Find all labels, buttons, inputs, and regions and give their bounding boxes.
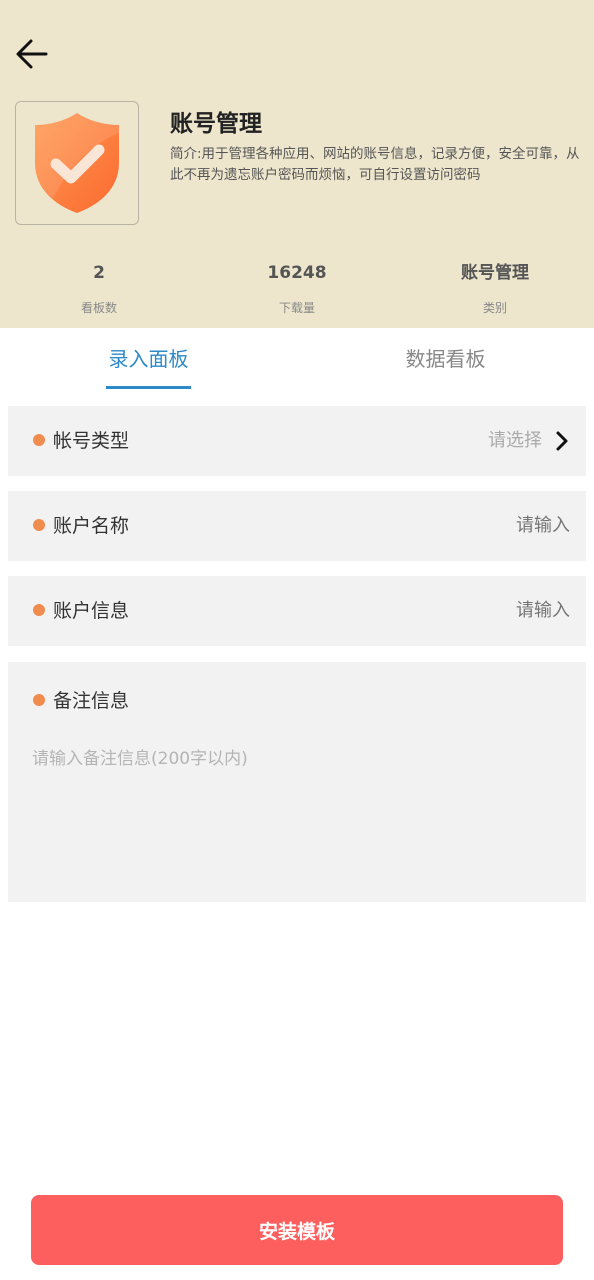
app-title: 账号管理 bbox=[170, 111, 262, 137]
tab-bar: 录入面板 数据看板 bbox=[0, 328, 594, 392]
tab-data-board[interactable]: 数据看板 bbox=[297, 328, 594, 392]
required-dot bbox=[33, 519, 45, 531]
stat-value: 2 bbox=[93, 263, 105, 283]
required-dot bbox=[33, 604, 45, 616]
account-name-field: 账户名称 bbox=[8, 491, 586, 561]
account-info-input[interactable] bbox=[370, 597, 570, 625]
account-type-field[interactable]: 帐号类型 请选择 bbox=[8, 406, 586, 476]
tab-label: 录入面板 bbox=[108, 347, 189, 371]
stat-downloads: 16248 下载量 bbox=[198, 258, 396, 316]
field-label: 备注信息 bbox=[53, 690, 130, 712]
remarks-field: 备注信息 bbox=[8, 662, 586, 902]
account-info-field: 账户信息 bbox=[8, 576, 586, 646]
stat-value: 16248 bbox=[267, 263, 327, 283]
tab-label: 数据看板 bbox=[405, 347, 486, 371]
field-label: 账户名称 bbox=[53, 515, 130, 537]
required-dot bbox=[33, 694, 45, 706]
stat-board-count: 2 看板数 bbox=[0, 258, 198, 316]
account-name-input[interactable] bbox=[370, 512, 570, 540]
template-header: 账号管理 简介:用于管理各种应用、网站的账号信息，记录方便，安全可靠，从此不再为… bbox=[0, 0, 594, 328]
arrow-left-icon bbox=[16, 39, 48, 69]
field-label: 账户信息 bbox=[53, 600, 130, 622]
stat-value: 账号管理 bbox=[461, 263, 529, 283]
install-template-button[interactable]: 安装模板 bbox=[31, 1195, 563, 1265]
stat-label: 看板数 bbox=[80, 301, 117, 315]
stat-category: 账号管理 类别 bbox=[396, 258, 594, 316]
stat-label: 下载量 bbox=[278, 301, 315, 315]
field-label: 帐号类型 bbox=[53, 430, 130, 452]
active-tab-indicator bbox=[106, 386, 191, 389]
app-icon bbox=[15, 101, 139, 225]
tab-entry-panel[interactable]: 录入面板 bbox=[0, 328, 297, 392]
back-button[interactable] bbox=[10, 32, 54, 76]
app-description: 简介:用于管理各种应用、网站的账号信息，记录方便，安全可靠，从此不再为遗忘账户密… bbox=[170, 146, 580, 183]
stat-label: 类别 bbox=[482, 301, 507, 315]
account-type-select[interactable]: 请选择 bbox=[488, 427, 542, 455]
required-dot bbox=[33, 434, 45, 446]
shield-check-icon bbox=[35, 113, 119, 213]
chevron-right-icon bbox=[556, 431, 568, 451]
remarks-textarea[interactable] bbox=[32, 744, 562, 884]
